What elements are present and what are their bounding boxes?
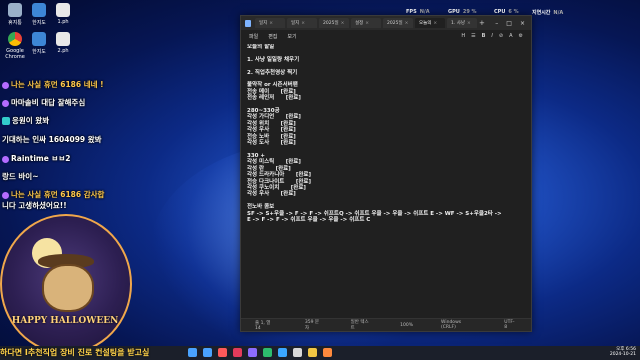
notepad-tab[interactable]: 1. 사냥 ×	[447, 18, 477, 28]
chat-message: 나는 사실 휴먼 6186 감사합	[2, 189, 152, 200]
close-icon[interactable]: ×	[467, 21, 471, 26]
close-icon[interactable]: ×	[301, 21, 305, 26]
notepad-tab[interactable]: 2025일 ×	[319, 18, 349, 28]
desktop-icon-label: 1.ph	[57, 19, 69, 25]
close-icon[interactable]: ×	[433, 21, 437, 26]
badge-icon	[2, 99, 9, 107]
list-icon[interactable]: ☰	[471, 33, 475, 39]
heading-button[interactable]: H	[461, 33, 465, 39]
taskbar-app-icon[interactable]	[308, 348, 317, 357]
italic-button[interactable]: I	[491, 33, 492, 39]
clear-format-button[interactable]: A	[509, 33, 512, 39]
taskbar-app-icon[interactable]	[323, 348, 332, 357]
taskbar-app-icon[interactable]	[188, 348, 197, 357]
chat-message: 마마솔비 대답 잘해주심	[2, 97, 152, 108]
maximize-icon[interactable]: □	[506, 20, 512, 27]
close-icon[interactable]: ×	[405, 21, 409, 26]
status-cursor: 줄 1, 열 14	[255, 320, 271, 331]
notepad-tab[interactable]: 2025일 ×	[383, 18, 413, 28]
notepad-tab[interactable]: 일지 ×	[287, 18, 317, 28]
app-icon	[2, 117, 10, 125]
status-zoom: 100%	[400, 322, 413, 328]
map-icon	[32, 3, 46, 17]
taskbar-app-icon[interactable]	[293, 348, 302, 357]
badge-icon	[2, 191, 9, 199]
chat-message: Raintime ㅂㅂ2	[2, 153, 152, 164]
taskbar-app-icon[interactable]	[233, 348, 242, 357]
chat-message: 랑드 바이~	[2, 172, 39, 181]
chat-message: 나는 사실 휴먼 6186 네네 !	[2, 79, 152, 90]
desktop-icon-label: Google Chrome	[5, 48, 25, 60]
notepad-tab[interactable]: 일지 ×	[255, 18, 285, 28]
badge-icon	[2, 155, 9, 163]
taskbar-app-icon[interactable]	[278, 348, 287, 357]
recycle-bin-icon	[8, 3, 22, 17]
notepad-tab-bar: 일지 × 일지 × 2025일 × 설정 × 2025일 × 오늘의 × 1. 사냥 × + …	[241, 16, 531, 30]
notepad-window[interactable]: 일지 × 일지 × 2025일 × 설정 × 2025일 × 오늘의 × 1. 사냥 × + …	[240, 15, 532, 332]
chat-message: 기대하는 인싸 1604099 왔봐	[2, 135, 102, 144]
desktop-icon-label: 2.ph	[57, 48, 69, 54]
taskbar-app-list	[188, 348, 332, 357]
clock-date: 2024-10-21	[609, 352, 636, 357]
minimize-icon[interactable]: –	[495, 20, 498, 27]
file-icon	[56, 3, 70, 17]
close-icon[interactable]: ×	[341, 21, 345, 26]
taskbar-app-icon[interactable]	[248, 348, 257, 357]
mascot-icon	[42, 264, 94, 312]
halloween-card: HAPPY HALLOWEEN	[0, 214, 132, 354]
desktop-icon-file[interactable]: 1.ph	[48, 3, 78, 25]
taskbar-app-icon[interactable]	[263, 348, 272, 357]
taskbar-app-icon[interactable]	[218, 348, 227, 357]
status-format: 일반 텍스트	[350, 320, 369, 331]
status-chars: 359 문자	[304, 320, 320, 331]
status-line-ending: Windows (CRLF)	[441, 320, 462, 330]
status-encoding: UTF-8	[504, 320, 515, 330]
close-window-icon[interactable]: ×	[520, 20, 525, 27]
file-icon	[56, 32, 70, 46]
link-icon[interactable]: ⊘	[499, 33, 503, 39]
menu-view[interactable]: 보기	[287, 33, 296, 40]
desktop-icon-label: 한지도	[32, 20, 46, 26]
settings-icon[interactable]: ⚙	[519, 33, 523, 39]
stream-ticker: 하다면 I추천직업 장비 진로 컨설팅을 받고싶	[0, 348, 150, 357]
new-tab-icon[interactable]: +	[479, 19, 485, 27]
format-toolbar: H ☰ B I ⊘ A ⚙	[461, 33, 531, 39]
badge-icon	[2, 81, 9, 89]
notepad-text-area[interactable]: 오늘의 할일 1. 사냥 일일량 채우기 2. 직업추천영상 찍기 불약작 or…	[247, 44, 523, 316]
notepad-tab-active[interactable]: 오늘의 ×	[415, 18, 445, 28]
notepad-tab[interactable]: 설정 ×	[351, 18, 381, 28]
close-icon[interactable]: ×	[269, 21, 273, 26]
bold-button[interactable]: B	[482, 33, 486, 39]
map-icon	[32, 32, 46, 46]
close-icon[interactable]: ×	[365, 21, 369, 26]
halloween-banner: HAPPY HALLOWEEN	[11, 316, 119, 326]
desktop-icon-label: 휴지통	[8, 20, 22, 26]
menu-edit[interactable]: 편집	[268, 33, 277, 40]
system-tray[interactable]: 오후 6:56 2024-10-21	[610, 347, 636, 357]
window-controls: – □ ×	[495, 20, 531, 27]
notepad-status-bar: 줄 1, 열 14 359 문자 일반 텍스트 100% Windows (CR…	[241, 318, 531, 331]
hud-latency: 지연시간 N/A	[532, 10, 564, 16]
chrome-icon	[8, 32, 22, 46]
desktop-icon-file-2[interactable]: 2.ph	[48, 32, 78, 54]
chat-message: 니다 고생하셨어요!!	[2, 201, 67, 210]
taskbar-app-icon[interactable]	[203, 348, 212, 357]
notepad-app-icon	[245, 19, 251, 27]
desktop-icon-label: 한지도	[32, 49, 46, 55]
chat-message: 응원이 왔봐	[2, 115, 152, 126]
notepad-menu-bar: 파일 편집 보기 H ☰ B I ⊘ A ⚙	[241, 30, 531, 42]
menu-file[interactable]: 파일	[249, 33, 258, 40]
